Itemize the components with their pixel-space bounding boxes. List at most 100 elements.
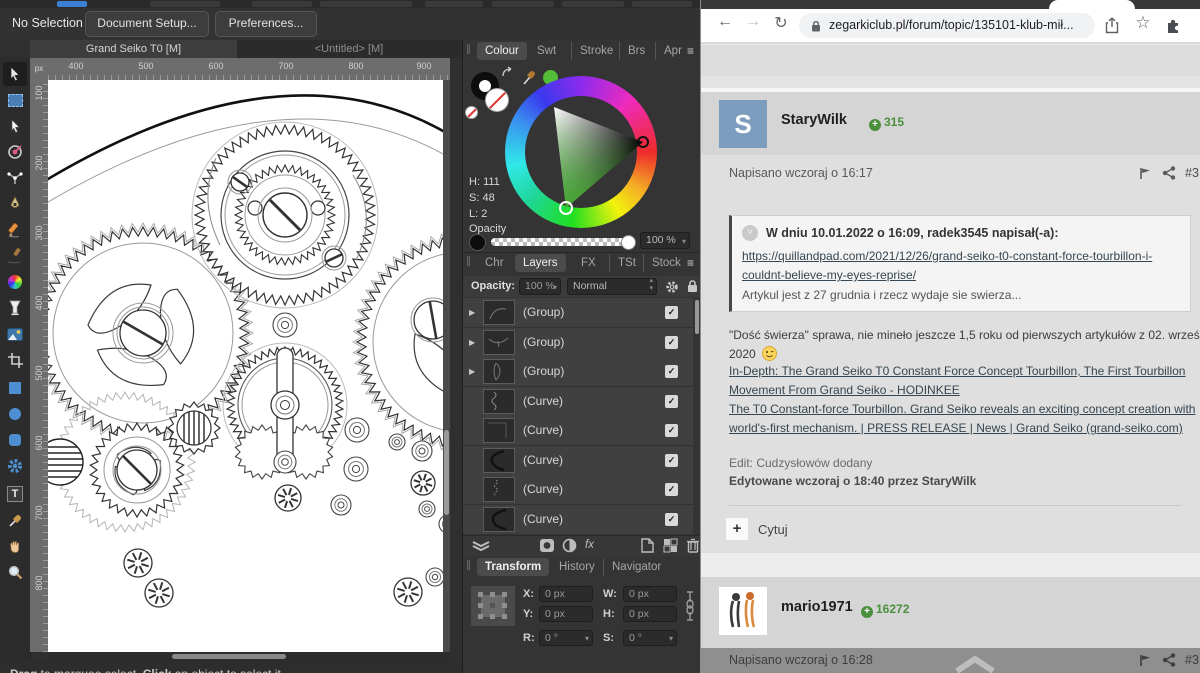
doc-tab-untitled[interactable]: <Untitled> [M] — [237, 40, 461, 58]
tab-text-styles[interactable]: TSt — [609, 254, 636, 272]
layers-scrollbar-thumb[interactable] — [695, 300, 699, 334]
lock-icon[interactable] — [687, 279, 698, 293]
active-browser-tab[interactable] — [1049, 0, 1135, 9]
preferences-button[interactable]: Preferences... — [215, 11, 317, 37]
ellipse-tool[interactable] — [3, 402, 27, 426]
share-post-icon[interactable] — [1162, 166, 1176, 180]
blend-mode-dropdown[interactable]: Normal▴▾ — [567, 278, 657, 295]
tab-character[interactable]: Chr — [485, 254, 504, 272]
artboard-tool[interactable] — [3, 88, 27, 112]
layer-visibility-checkbox[interactable]: ✓ — [665, 336, 678, 349]
panel-menu-icon[interactable]: ≡ — [687, 256, 694, 270]
tab-stroke[interactable]: Stroke — [571, 42, 613, 60]
reload-button[interactable]: ↻ — [769, 13, 793, 33]
tab-navigator[interactable]: Navigator — [603, 558, 661, 576]
forward-button[interactable]: → — [741, 13, 765, 31]
rectangle-tool[interactable] — [3, 376, 27, 400]
adjustment-layer-icon[interactable] — [562, 538, 577, 553]
text-tool[interactable]: T — [3, 482, 27, 506]
opacity-value-dropdown[interactable]: 100 %▾ — [640, 232, 690, 249]
avatar[interactable] — [719, 587, 767, 635]
panel-menu-icon[interactable]: ≡ — [687, 44, 694, 58]
layer-row[interactable]: (Curve)✓ — [463, 475, 693, 505]
mask-layer-icon[interactable] — [539, 538, 555, 553]
doc-tab-grand-seiko[interactable]: Grand Seiko T0 [M] — [30, 40, 237, 58]
layer-visibility-checkbox[interactable]: ✓ — [665, 454, 678, 467]
none-colour-swatch[interactable] — [465, 106, 478, 119]
expand-icon[interactable]: ▶ — [469, 338, 475, 347]
address-bar[interactable]: zegarkiclub.pl/forum/topic/135101-klub-m… — [799, 13, 1095, 38]
sl-triangle[interactable] — [505, 76, 657, 228]
fill-tool[interactable] — [3, 296, 27, 320]
layer-visibility-checkbox[interactable]: ✓ — [665, 424, 678, 437]
tab-colour[interactable]: Colour — [477, 42, 527, 60]
y-field[interactable]: 0 px — [539, 606, 593, 622]
tab-history[interactable]: History — [559, 558, 595, 576]
layer-row[interactable]: ▶(Group)✓ — [463, 298, 693, 328]
zoom-tool[interactable] — [3, 560, 27, 584]
tab-fx[interactable]: FX — [581, 254, 596, 272]
crop-tool[interactable] — [3, 348, 27, 372]
post-number[interactable]: #3 — [1185, 166, 1199, 180]
canvas-vscrollbar-thumb[interactable] — [444, 430, 449, 515]
layer-row[interactable]: (Curve)✓ — [463, 416, 693, 446]
contour-tool[interactable] — [3, 166, 27, 190]
opacity-slider-knob[interactable] — [621, 235, 636, 250]
pencil-tool[interactable] — [3, 218, 27, 242]
article-link-grand-seiko[interactable]: world's-first mechanism. | PRESS RELEASE… — [729, 421, 1200, 435]
canvas-vscrollbar-track[interactable] — [443, 80, 450, 652]
article-link-hodinkee[interactable]: Movement From Grand Seiko - HODINKEE — [729, 383, 1200, 397]
author-name[interactable]: StaryWilk — [781, 112, 847, 128]
layer-visibility-checkbox[interactable]: ✓ — [665, 306, 678, 319]
article-link-grand-seiko[interactable]: The T0 Constant-force Tourbillon. Grand … — [729, 402, 1200, 416]
rotation-field[interactable]: 0 °▾ — [539, 630, 593, 646]
tab-swatches[interactable]: Swt — [537, 42, 556, 60]
back-button[interactable]: ← — [713, 13, 737, 31]
place-image-tool[interactable] — [3, 322, 27, 346]
layer-effects-icon[interactable]: fx — [585, 539, 594, 551]
move-tool[interactable] — [3, 62, 27, 86]
reputation-badge[interactable]: +16272 — [861, 602, 909, 618]
toolbar-blue-button[interactable] — [57, 1, 87, 7]
new-pixel-layer-icon[interactable] — [663, 538, 678, 553]
x-field[interactable]: 0 px — [539, 586, 593, 602]
author-name[interactable]: mario1971 — [781, 599, 853, 615]
new-layer-icon[interactable] — [641, 538, 654, 553]
layer-row[interactable]: ▶(Group)✓ — [463, 357, 693, 387]
document-setup-button[interactable]: Document Setup... — [85, 11, 209, 37]
node-tool[interactable] — [3, 114, 27, 138]
view-pan-tool[interactable] — [3, 534, 27, 558]
colour-wheel-tool[interactable] — [3, 270, 27, 294]
layer-visibility-checkbox[interactable]: ✓ — [665, 513, 678, 526]
link-dimensions-icon[interactable] — [683, 590, 697, 630]
pen-tool[interactable] — [3, 192, 27, 216]
opacity-slider[interactable] — [491, 238, 629, 246]
shear-field[interactable]: 0 °▾ — [623, 630, 677, 646]
h-field[interactable]: 0 px — [623, 606, 677, 622]
rounded-rectangle-tool[interactable] — [3, 428, 27, 452]
layer-visibility-checkbox[interactable]: ✓ — [665, 483, 678, 496]
share-post-icon[interactable] — [1162, 653, 1176, 667]
article-link-hodinkee[interactable]: In-Depth: The Grand Seiko T0 Constant Fo… — [729, 364, 1200, 378]
opacity-swatch[interactable] — [469, 234, 486, 251]
react-plus-button[interactable]: + — [726, 518, 748, 540]
colour-picker-tool[interactable] — [3, 508, 27, 532]
quoted-link[interactable]: https://quillandpad.com/2021/12/26/grand… — [742, 249, 1152, 263]
w-field[interactable]: 0 px — [623, 586, 677, 602]
layers-opacity-dropdown[interactable]: 100 %▾ — [519, 278, 561, 295]
collapse-quote-icon[interactable]: ˅ — [742, 225, 758, 241]
tab-brushes[interactable]: Brs — [619, 42, 645, 60]
quote-button[interactable]: Cytuj — [758, 522, 788, 537]
layer-row[interactable]: (Curve)✓ — [463, 387, 693, 417]
gear-icon[interactable] — [665, 280, 679, 294]
layer-row[interactable]: (Curve)✓ — [463, 505, 693, 535]
avatar[interactable]: S — [719, 100, 767, 148]
scroll-to-top-chevron-icon[interactable] — [953, 656, 997, 673]
layer-row[interactable]: (Curve)✓ — [463, 446, 693, 476]
tab-appearance[interactable]: Apr — [655, 42, 682, 60]
tab-transform[interactable]: Transform — [477, 558, 549, 576]
cog-shape-tool[interactable] — [3, 454, 27, 478]
layer-visibility-checkbox[interactable]: ✓ — [665, 365, 678, 378]
point-transform-tool[interactable] — [3, 140, 27, 164]
expand-layers-icon[interactable] — [471, 538, 491, 553]
